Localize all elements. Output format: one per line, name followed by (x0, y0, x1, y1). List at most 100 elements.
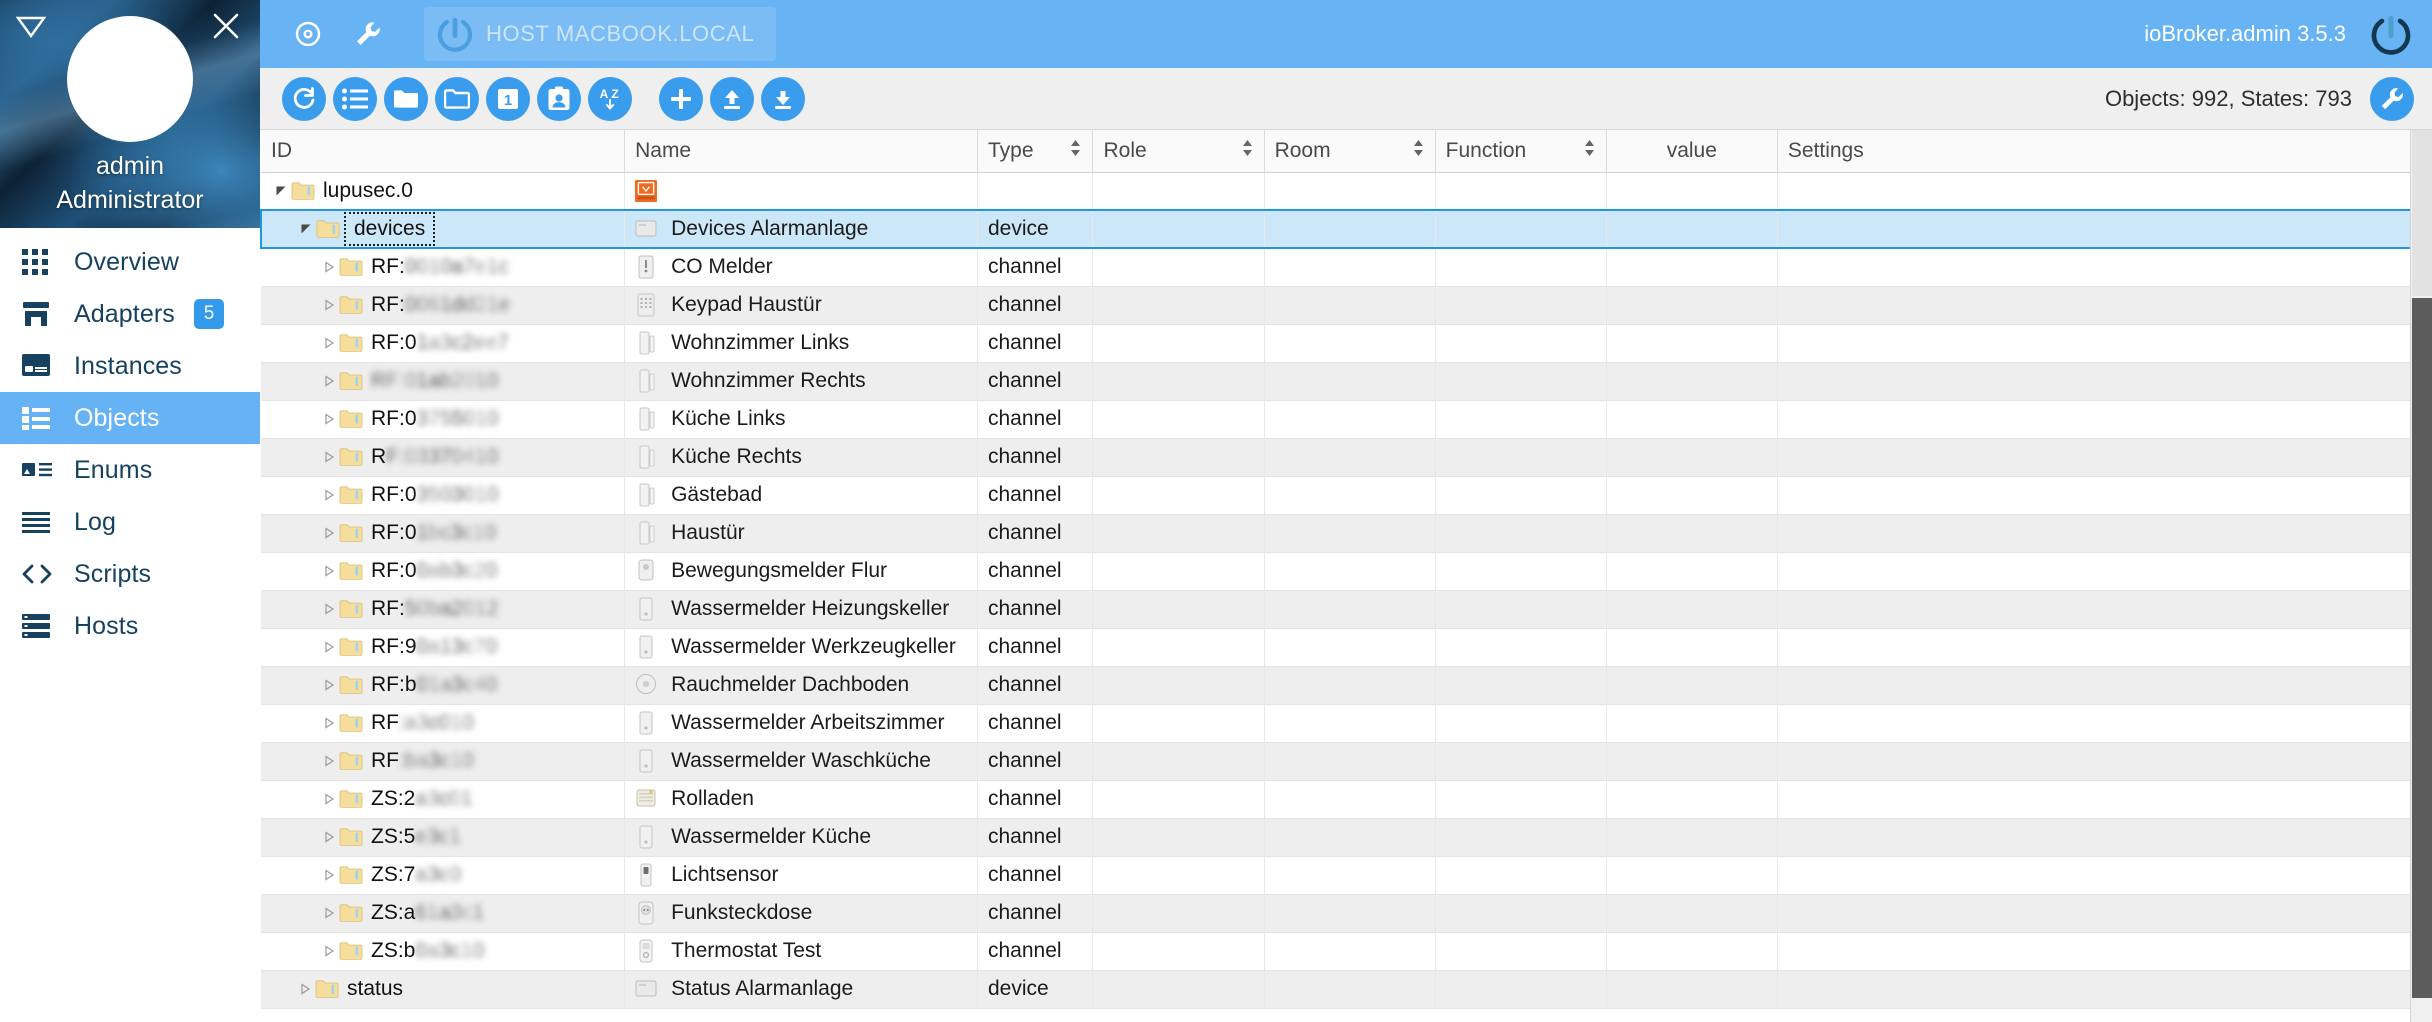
cell-id[interactable]: RF:50ba2012 (261, 590, 626, 629)
table-row[interactable]: status Status Alarmanlage device (261, 970, 2432, 1009)
column-header-name[interactable]: Name (624, 130, 978, 173)
table-row[interactable]: RF:90a13c70 Wassermelder Werkzeugkeller ch… (261, 628, 2432, 667)
collapse-all-button[interactable] (435, 76, 479, 121)
expand-triangle-icon[interactable] (319, 869, 339, 881)
table-row[interactable]: devices Devices Alarmanlage device (260, 209, 2432, 249)
table-row[interactable]: RF:01ab2010 Wohnzimmer Rechts channel (261, 362, 2432, 401)
cell-id[interactable]: RF:ba3c10 (261, 742, 626, 781)
table-row[interactable]: RF:50ba2012 Wassermelder Heizungskeller ch… (261, 590, 2432, 629)
table-row[interactable]: ZS:b0a3c10 Thermostat Test channel (261, 932, 2432, 971)
column-header-type[interactable]: Type (977, 130, 1094, 173)
expand-one-level-button[interactable]: 1 (486, 76, 530, 121)
expand-triangle-icon[interactable] (319, 337, 339, 349)
cell-id[interactable]: lupusec.0 (261, 172, 626, 211)
collapse-triangle-icon[interactable] (296, 223, 316, 235)
expand-triangle-icon[interactable] (319, 945, 339, 957)
expand-triangle-icon[interactable] (319, 755, 339, 767)
table-row[interactable]: ZS:7a3c0 Lichtsensor channel (261, 856, 2432, 895)
cell-id[interactable]: ZS:7a3c0 (261, 856, 626, 895)
column-header-value[interactable]: value (1606, 130, 1778, 173)
sidebar-item-adapters[interactable]: Adapters 5 (0, 288, 260, 340)
cell-id[interactable]: RF:01ab2010 (261, 362, 626, 401)
sidebar-item-enums[interactable]: Enums (0, 444, 260, 496)
table-row[interactable]: RF:b01a3c40 Rauchmelder Dachboden channel (261, 666, 2432, 705)
cell-id[interactable]: status (261, 970, 626, 1009)
sort-az-button[interactable]: A Z (588, 76, 632, 121)
sidebar-item-log[interactable]: Log (0, 496, 260, 548)
cell-id[interactable]: RF:0061dd21e (261, 286, 626, 325)
collapse-triangle-icon[interactable] (271, 185, 291, 197)
cell-id[interactable]: RF:01a3c2ee7 (261, 324, 626, 363)
scrollbar-thumb[interactable] (2412, 298, 2432, 998)
add-object-button[interactable] (659, 76, 703, 121)
table-row[interactable]: RF:a3c010 Wassermelder Arbeitszimmer chann… (261, 704, 2432, 743)
expand-all-button[interactable] (384, 76, 428, 121)
expand-triangle-icon[interactable] (319, 603, 339, 615)
import-button[interactable] (710, 76, 754, 121)
expand-triangle-icon[interactable] (319, 641, 339, 653)
expand-triangle-icon[interactable] (319, 679, 339, 691)
column-header-room[interactable]: Room (1264, 130, 1436, 173)
sort-arrows-icon[interactable] (1070, 139, 1082, 163)
expand-triangle-icon[interactable] (319, 261, 339, 273)
expand-triangle-icon[interactable] (319, 831, 339, 843)
column-header-role[interactable]: Role (1092, 130, 1265, 173)
expand-triangle-icon[interactable] (319, 413, 339, 425)
table-row[interactable]: RF:0061dd21e Keypad Haustür channel (261, 286, 2432, 325)
expand-triangle-icon[interactable] (319, 717, 339, 729)
expand-triangle-icon[interactable] (319, 299, 339, 311)
expand-triangle-icon[interactable] (319, 375, 339, 387)
cell-id[interactable]: RF:00ab3c20 (261, 552, 626, 591)
cell-id[interactable]: RF:0010a7e1c (261, 248, 626, 287)
vertical-scrollbar[interactable] (2410, 130, 2432, 1022)
cell-id[interactable]: RF:01bc3c10 (261, 514, 626, 553)
table-row[interactable]: RF:ba3c10 Wassermelder Waschküche channel (261, 742, 2432, 781)
table-row[interactable]: RF:03503010 Gästebad channel (261, 476, 2432, 515)
cell-id[interactable]: RF:a3c010 (261, 704, 626, 743)
table-row[interactable]: ZS:2a3c01 Rolladen channel (261, 780, 2432, 819)
settings-button[interactable] (2370, 77, 2414, 121)
wrench-icon[interactable] (338, 4, 398, 64)
cell-id[interactable]: ZS:5e3c1 (261, 818, 626, 857)
expand-triangle-icon[interactable] (319, 565, 339, 577)
refresh-button[interactable] (282, 76, 326, 121)
sort-arrows-icon[interactable] (1584, 139, 1596, 163)
column-header-function[interactable]: Function (1435, 130, 1607, 173)
sidebar-item-instances[interactable]: Instances (0, 340, 260, 392)
cell-id[interactable]: RF:03755010 (261, 400, 626, 439)
expand-triangle-icon[interactable] (319, 489, 339, 501)
cell-id[interactable]: devices (260, 209, 626, 249)
table-row[interactable]: RF:03755010 Küche Links channel (261, 400, 2432, 439)
expand-list-button[interactable] (333, 76, 377, 121)
eye-icon[interactable] (278, 4, 338, 64)
column-header-id[interactable]: ID (261, 130, 626, 173)
column-header-settings[interactable]: Settings (1777, 130, 2432, 173)
expand-triangle-icon[interactable] (319, 793, 339, 805)
cell-id[interactable]: ZS:a61a3c1 (261, 894, 626, 933)
expand-triangle-icon[interactable] (319, 527, 339, 539)
expand-triangle-icon[interactable] (319, 451, 339, 463)
host-chip[interactable]: HOST MACBOOK.LOCAL (424, 7, 777, 61)
expand-triangle-icon[interactable] (295, 983, 315, 995)
sidebar-item-objects[interactable]: Objects (0, 392, 260, 444)
table-row[interactable]: RF:03370410 Küche Rechts channel (261, 438, 2432, 477)
objects-table-area[interactable]: ID Name Type Role Room Function value Se… (260, 130, 2432, 1022)
sort-arrows-icon[interactable] (1242, 139, 1254, 163)
table-row[interactable]: lupusec.0 (261, 172, 2432, 211)
cell-id[interactable]: RF:90a13c70 (261, 628, 626, 667)
table-row[interactable]: RF:00ab3c20 Bewegungsmelder Flur channel (261, 552, 2432, 591)
sidebar-item-overview[interactable]: Overview (0, 236, 260, 288)
cell-id[interactable]: RF:03503010 (261, 476, 626, 515)
collapse-triangle-icon[interactable] (14, 10, 48, 44)
sidebar-item-hosts[interactable]: Hosts (0, 600, 260, 652)
show-instance-button[interactable] (537, 76, 581, 121)
sort-arrows-icon[interactable] (1413, 139, 1425, 163)
cell-id[interactable]: ZS:b0a3c10 (261, 932, 626, 971)
cell-id[interactable]: RF:b01a3c40 (261, 666, 626, 705)
cell-id[interactable]: RF:03370410 (261, 438, 626, 477)
table-row[interactable]: RF:01bc3c10 Haustür channel (261, 514, 2432, 553)
table-row[interactable]: ZS:5e3c1 Wassermelder Küche channel (261, 818, 2432, 857)
table-row[interactable]: RF:0010a7e1c CO Melder channel (261, 248, 2432, 287)
table-row[interactable]: RF:01a3c2ee7 Wohnzimmer Links channel (261, 324, 2432, 363)
sidebar-item-scripts[interactable]: Scripts (0, 548, 260, 600)
